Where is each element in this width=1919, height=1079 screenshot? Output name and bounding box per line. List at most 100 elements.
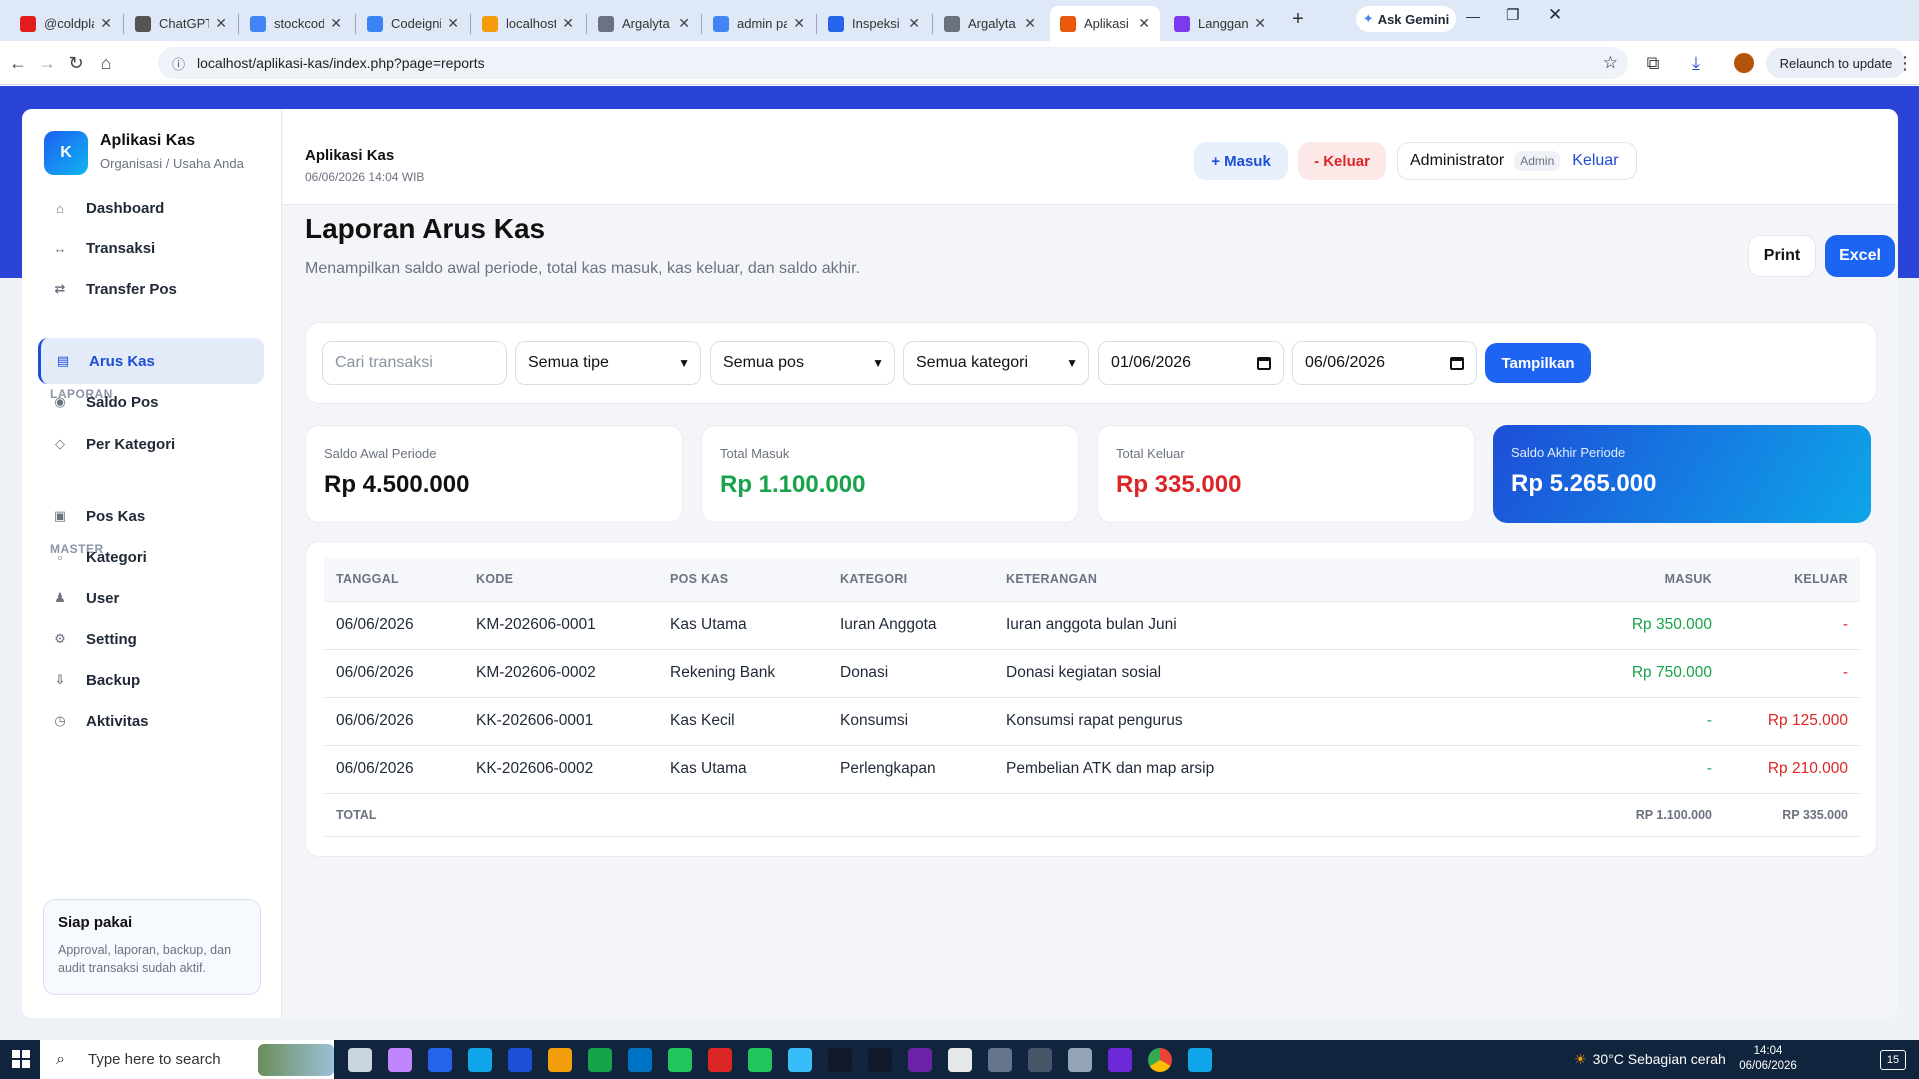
close-tab-icon[interactable]: ✕ <box>562 15 574 32</box>
relaunch-button[interactable]: Relaunch to update <box>1766 48 1906 78</box>
add-income-button[interactable]: + Masuk <box>1194 142 1288 180</box>
app-icon[interactable] <box>1028 1048 1052 1072</box>
sidebar-item-setting[interactable]: ⚙ Setting <box>38 616 264 662</box>
store-icon[interactable] <box>588 1048 612 1072</box>
app-icon[interactable] <box>908 1048 932 1072</box>
sidebar-item-arus-kas[interactable]: ▤ Arus Kas <box>38 338 264 384</box>
menu-icon[interactable]: ⋮ <box>1893 51 1917 75</box>
filezilla-icon[interactable] <box>708 1048 732 1072</box>
notification-badge[interactable]: 15 <box>1880 1050 1906 1070</box>
app-icon[interactable] <box>388 1048 412 1072</box>
tab-1[interactable]: @coldplay - Y ✕ <box>10 6 122 41</box>
notepad-icon[interactable] <box>948 1048 972 1072</box>
new-tab-button[interactable]: + <box>1286 8 1310 31</box>
column-header[interactable]: TANGGAL <box>324 558 464 601</box>
sidebar-item-per-kategori[interactable]: ◇ Per Kategori <box>38 421 264 467</box>
close-window-button[interactable]: ✕ <box>1548 5 1562 25</box>
sidebar-item-saldo-pos[interactable]: ◉ Saldo Pos <box>38 379 264 425</box>
close-tab-icon[interactable]: ✕ <box>678 15 690 32</box>
column-header[interactable]: KETERANGAN <box>994 558 1294 601</box>
tab-9[interactable]: Argalyta IT M ✕ <box>934 6 1046 41</box>
logout-link[interactable]: Keluar <box>1572 152 1618 170</box>
tab-5[interactable]: localhost / 12 ✕ <box>472 6 584 41</box>
app-icon[interactable] <box>508 1048 532 1072</box>
tab-8[interactable]: Inspeksi URL ✕ <box>818 6 930 41</box>
minimize-button[interactable]: — <box>1466 8 1480 24</box>
sidebar-item-pos-kas[interactable]: ▣ Pos Kas <box>38 493 264 539</box>
print-button[interactable]: Print <box>1748 235 1816 277</box>
category-select[interactable]: Semua kategori ▼ <box>903 341 1089 385</box>
windows-start-icon[interactable] <box>12 1050 30 1068</box>
tab-11[interactable]: Langganan | ✕ <box>1164 6 1276 41</box>
sidebar-item-transfer-pos[interactable]: ⇄ Transfer Pos <box>38 266 264 312</box>
weather-widget[interactable]: ☀ 30°C Sebagian cerah <box>1574 1051 1726 1068</box>
close-tab-icon[interactable]: ✕ <box>1254 15 1266 32</box>
taskbar-search[interactable]: ⌕ Type here to search <box>40 1040 334 1079</box>
sidebar-item-user[interactable]: ♟ User <box>38 575 264 621</box>
sidebar-item-aktivitas[interactable]: ◷ Aktivitas <box>38 698 264 744</box>
file-explorer-icon[interactable] <box>548 1048 572 1072</box>
close-tab-icon[interactable]: ✕ <box>1024 15 1036 32</box>
close-tab-icon[interactable]: ✕ <box>1138 15 1150 32</box>
task-view-icon[interactable] <box>348 1048 372 1072</box>
search-input[interactable]: Cari transaksi <box>322 341 507 385</box>
close-tab-icon[interactable]: ✕ <box>793 15 805 32</box>
sidebar-item-kategori[interactable]: ▫ Kategori <box>38 534 264 580</box>
close-tab-icon[interactable]: ✕ <box>447 15 459 32</box>
column-header[interactable]: KATEGORI <box>828 558 994 601</box>
restore-button[interactable]: ❐ <box>1506 6 1519 24</box>
site-info-icon[interactable]: ⓘ <box>172 54 185 73</box>
reload-icon[interactable]: ↻ <box>64 51 88 75</box>
column-header[interactable]: POS KAS <box>658 558 828 601</box>
whatsapp-icon[interactable] <box>748 1048 772 1072</box>
tab-6[interactable]: Argalyta IT M ✕ <box>588 6 700 41</box>
bookmark-star-icon[interactable]: ☆ <box>1603 53 1618 73</box>
table-row[interactable]: 06/06/2026 KK-202606-0001 Kas Kecil Konsums… <box>324 696 1860 745</box>
column-header[interactable]: MASUK <box>1294 558 1724 601</box>
calendar-icon[interactable] <box>1450 356 1464 370</box>
pos-select[interactable]: Semua pos ▼ <box>710 341 895 385</box>
table-row[interactable]: 06/06/2026 KK-202606-0002 Kas Utama Perleng… <box>324 744 1860 793</box>
tab-10[interactable]: Aplikasi Kas ✕ <box>1050 6 1160 41</box>
column-header[interactable]: KELUAR <box>1724 558 1860 601</box>
close-tab-icon[interactable]: ✕ <box>330 15 342 32</box>
calculator-icon[interactable] <box>1068 1048 1092 1072</box>
tab-2[interactable]: ChatGPT - GP ✕ <box>125 6 237 41</box>
column-header[interactable]: KODE <box>464 558 658 601</box>
close-tab-icon[interactable]: ✕ <box>215 15 227 32</box>
close-tab-icon[interactable]: ✕ <box>100 15 112 32</box>
tab-7[interactable]: admin panel ✕ <box>703 6 815 41</box>
app-icon[interactable] <box>788 1048 812 1072</box>
date-from-input[interactable]: 01/06/2026 <box>1098 341 1284 385</box>
ask-gemini-button[interactable]: ✦ Ask Gemini <box>1356 6 1456 32</box>
table-row[interactable]: 06/06/2026 KM-202606-0001 Kas Utama Iuran A… <box>324 600 1860 649</box>
calendar-icon[interactable] <box>1257 356 1271 370</box>
url-bar[interactable]: ⓘ localhost/aplikasi-kas/index.php?page=… <box>158 47 1628 79</box>
outlook-icon[interactable] <box>628 1048 652 1072</box>
downloads-icon[interactable]: ⤓ <box>1684 51 1708 75</box>
sidebar-item-backup[interactable]: ⇩ Backup <box>38 657 264 703</box>
close-tab-icon[interactable]: ✕ <box>908 15 920 32</box>
forward-icon[interactable]: → <box>35 51 59 75</box>
app-icon[interactable] <box>988 1048 1012 1072</box>
excel-button[interactable]: Excel <box>1825 235 1895 277</box>
app-icon[interactable] <box>668 1048 692 1072</box>
sidebar-item-transaksi[interactable]: ↔ Transaksi <box>38 225 264 271</box>
vscode-icon[interactable] <box>428 1048 452 1072</box>
extensions-icon[interactable]: ⧉ <box>1641 51 1665 75</box>
system-clock[interactable]: 14:04 06/06/2026 <box>1738 1044 1798 1074</box>
app-icon[interactable] <box>1108 1048 1132 1072</box>
type-select[interactable]: Semua tipe ▼ <box>515 341 701 385</box>
table-row[interactable]: 06/06/2026 KM-202606-0002 Rekening Bank Don… <box>324 648 1860 697</box>
back-icon[interactable]: ← <box>6 51 30 75</box>
tab-4[interactable]: Codeigniter A ✕ <box>357 6 469 41</box>
app-icon[interactable] <box>828 1048 852 1072</box>
add-expense-button[interactable]: - Keluar <box>1298 142 1386 180</box>
edge-icon[interactable] <box>468 1048 492 1072</box>
profile-avatar[interactable] <box>1734 53 1754 73</box>
tab-3[interactable]: stockcodings ✕ <box>240 6 352 41</box>
date-to-input[interactable]: 06/06/2026 <box>1292 341 1477 385</box>
app-icon[interactable] <box>868 1048 892 1072</box>
app-icon[interactable] <box>1188 1048 1212 1072</box>
home-icon[interactable]: ⌂ <box>94 51 118 75</box>
